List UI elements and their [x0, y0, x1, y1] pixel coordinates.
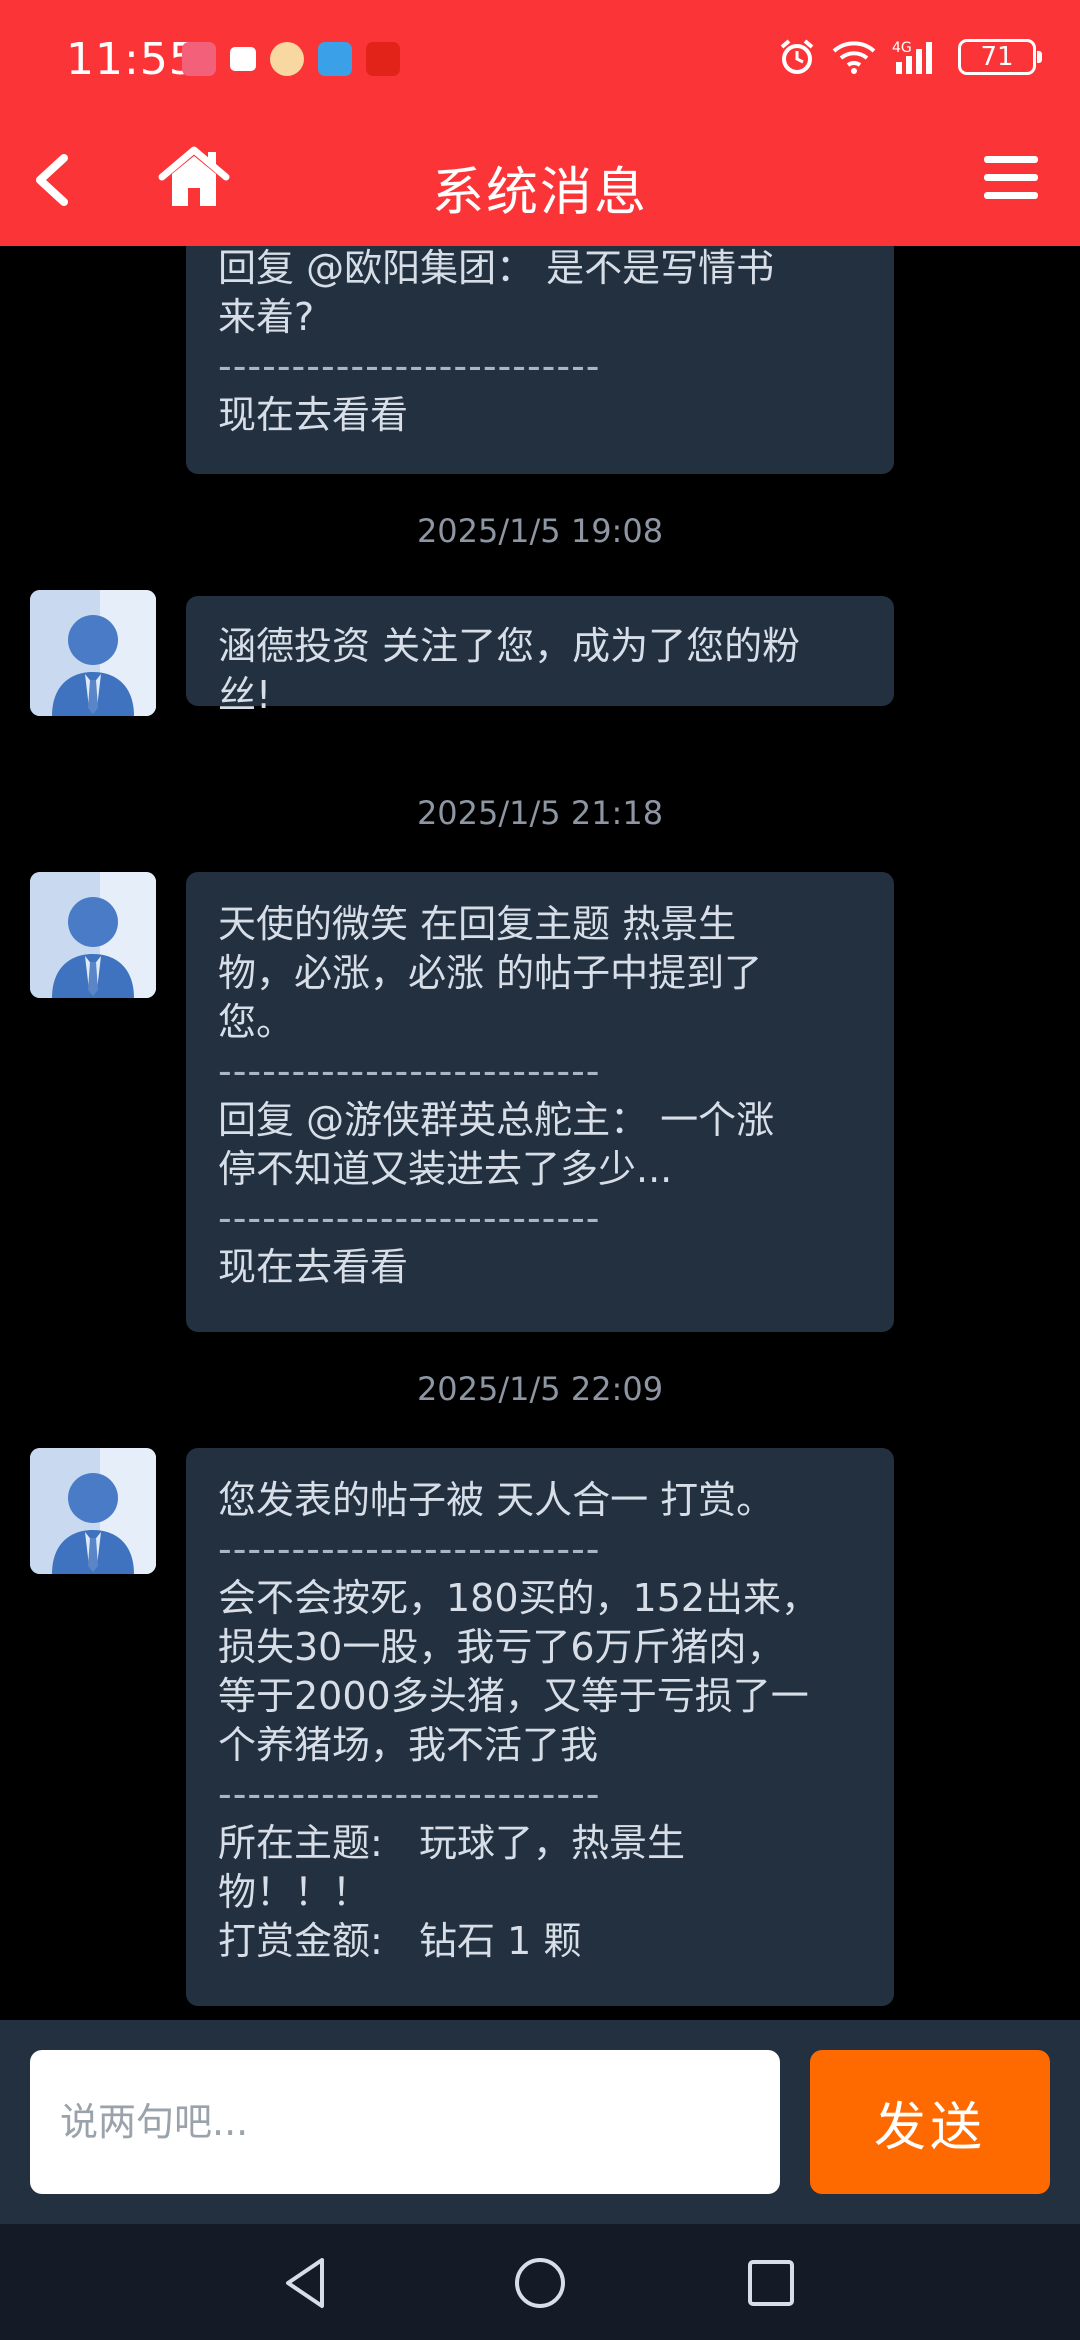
nav-recents-button[interactable]	[742, 2254, 800, 2312]
message-separator: --------------------------	[218, 344, 601, 388]
post-content-line: 损失30一股，我亏了6万斤猪肉，	[218, 1625, 785, 1669]
message-separator: --------------------------	[218, 1772, 601, 1816]
message-separator: --------------------------	[218, 1049, 601, 1093]
default-user-avatar-icon	[30, 590, 156, 716]
battery-indicator: 71	[958, 39, 1042, 75]
message-bubble: 涵德投资 关注了您，成为了您的粉 丝!	[186, 596, 894, 717]
message-bubble: 天使的微笑 在回复主题 热景生 物，必涨，必涨 的帖子中提到了 您。 -----…	[186, 872, 894, 1332]
huawei-app-icon	[182, 42, 216, 76]
message-line: 天使的微笑 在回复主题 热景生	[218, 902, 737, 946]
alarm-icon	[778, 38, 816, 76]
message-line: 回复 @欧阳集团： 是不是写情书	[218, 246, 775, 290]
signal-icon: 4G	[892, 38, 942, 76]
reply-line: 停不知道又装进去了多少...	[218, 1147, 673, 1191]
message-bubble: 回复 @欧阳集团： 是不是写情书 来着? -------------------…	[186, 246, 894, 474]
message-separator: --------------------------	[218, 1527, 601, 1571]
message-bubble: 您发表的帖子被 天人合一 打赏。 -----------------------…	[186, 1448, 894, 2006]
page-title: 系统消息	[431, 163, 648, 223]
hamburger-menu-icon	[984, 156, 1038, 199]
circle-home-icon	[515, 2258, 565, 2308]
svg-text:4G: 4G	[892, 40, 912, 56]
topic-line: 所在主题: 玩球了，热景生	[218, 1821, 686, 1865]
notification-icons	[182, 42, 400, 76]
square-recents-icon	[748, 2260, 794, 2306]
default-user-avatar-icon	[30, 1448, 156, 1574]
message-line: 物，必涨，必涨 的帖子中提到了	[218, 951, 763, 995]
message-line: 您发表的帖子被 天人合一 打赏。	[218, 1478, 775, 1522]
wifi-icon	[832, 39, 876, 75]
avatar[interactable]	[30, 590, 156, 716]
triangle-back-icon	[286, 2258, 324, 2308]
composer-bar: 发送	[0, 2020, 1080, 2224]
view-now-link[interactable]: 现在去看看	[218, 1243, 862, 1292]
message-timestamp: 2025/1/5 22:09	[416, 1370, 664, 1408]
default-user-avatar-icon	[30, 872, 156, 998]
system-icons: 4G 71	[778, 38, 1042, 76]
post-content-line: 等于2000多头猪，又等于亏损了一	[218, 1674, 809, 1718]
message-line: 来着?	[218, 295, 315, 339]
message-input[interactable]	[30, 2050, 780, 2194]
message-line: 涵德投资 关注了您，成为了您的粉	[218, 624, 801, 668]
app-header: 系统消息	[0, 110, 1080, 246]
reward-amount: 打赏金额: 钻石 1 颗	[218, 1919, 582, 1963]
post-content-line: 个养猪场，我不活了我	[218, 1723, 599, 1767]
status-bar: 11:55 4G 71	[0, 0, 1080, 110]
pinduoduo-app-icon	[366, 42, 400, 76]
avatar[interactable]	[30, 872, 156, 998]
message-line: 您。	[218, 1000, 295, 1044]
menu-button[interactable]	[982, 154, 1040, 202]
system-nav-bar	[0, 2224, 1080, 2340]
nav-back-button[interactable]	[278, 2254, 336, 2312]
message-timestamp: 2025/1/5 19:08	[416, 512, 664, 550]
message-separator: --------------------------	[218, 1196, 601, 1240]
message-list[interactable]: 回复 @欧阳集团： 是不是写情书 来着? -------------------…	[0, 246, 1080, 2020]
post-content-line: 会不会按死，180买的，152出来，	[218, 1576, 820, 1620]
message-icon	[230, 47, 256, 71]
topic-line: 物！！！	[218, 1870, 371, 1914]
avatar[interactable]	[30, 1448, 156, 1574]
view-now-link[interactable]: 现在去看看	[218, 391, 862, 440]
message-line: 丝!	[218, 673, 272, 717]
nav-home-button[interactable]	[511, 2254, 569, 2312]
message-timestamp: 2025/1/5 21:18	[416, 794, 664, 832]
browser-app-icon	[318, 42, 352, 76]
mascot-app-icon	[270, 42, 304, 76]
status-time: 11:55	[66, 34, 198, 85]
reply-line: 回复 @游侠群英总舵主： 一个涨	[218, 1098, 775, 1142]
send-button[interactable]: 发送	[810, 2050, 1050, 2194]
